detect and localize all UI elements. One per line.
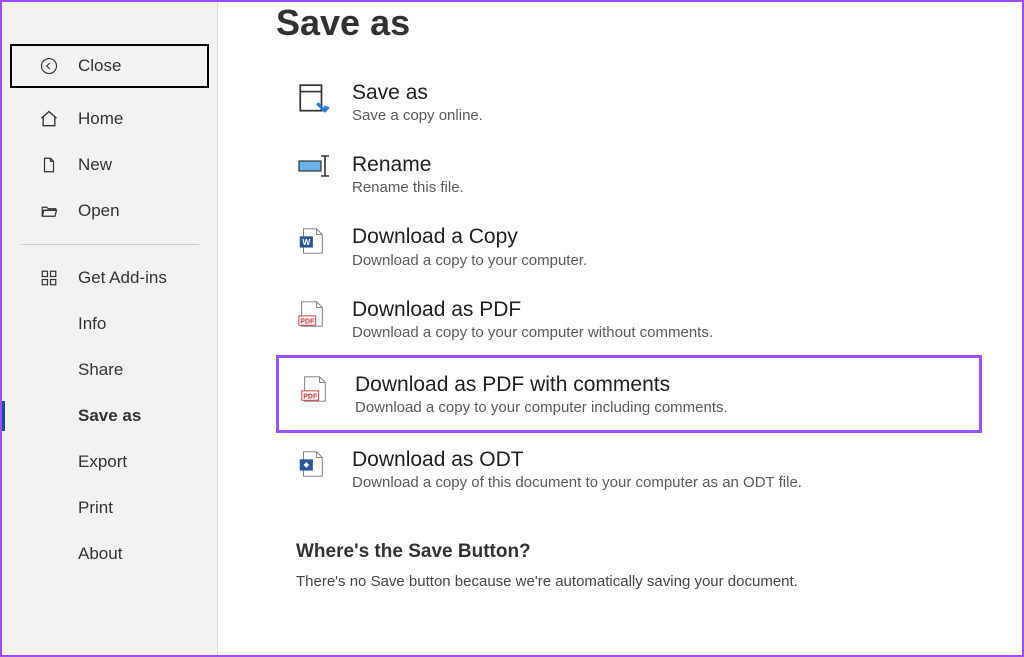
home-icon (38, 109, 60, 129)
sidebar-item-addins[interactable]: Get Add-ins (2, 255, 217, 301)
sidebar-label-export: Export (78, 452, 127, 472)
sidebar-label-close: Close (78, 56, 121, 76)
option-download-pdf[interactable]: PDF Download as PDF Download a copy to y… (276, 283, 1022, 355)
saveas-options: Save as Save a copy online. Rename Renam… (218, 66, 1022, 505)
sidebar-label-print: Print (78, 498, 113, 518)
rename-icon (296, 152, 342, 178)
save-button-info: Where's the Save Button? There's no Save… (218, 541, 1022, 590)
sidebar-item-print[interactable]: Print (2, 485, 217, 531)
sidebar-label-saveas: Save as (78, 406, 141, 426)
sidebar-label-share: Share (78, 360, 123, 380)
back-arrow-icon (38, 57, 60, 75)
sidebar-item-home[interactable]: Home (2, 96, 217, 142)
save-as-icon (296, 80, 342, 116)
option-desc: Download a copy to your computer without… (352, 324, 713, 341)
odt-icon (296, 447, 342, 479)
option-desc: Download a copy to your computer. (352, 252, 587, 269)
option-download-copy[interactable]: W Download a Copy Download a copy to you… (276, 210, 1022, 282)
footer-desc: There's no Save button because we're aut… (296, 573, 1022, 590)
svg-text:PDF: PDF (303, 393, 318, 400)
sidebar-label-open: Open (78, 201, 120, 221)
sidebar-item-share[interactable]: Share (2, 347, 217, 393)
option-desc: Save a copy online. (352, 107, 483, 124)
sidebar-divider (20, 244, 199, 245)
option-save-as[interactable]: Save as Save a copy online. (276, 66, 1022, 138)
footer-title: Where's the Save Button? (296, 541, 1022, 563)
open-folder-icon (38, 202, 60, 220)
option-title: Download as PDF with comments (355, 372, 728, 397)
sidebar-label-home: Home (78, 109, 123, 129)
pdf-comments-icon: PDF (299, 372, 345, 404)
content-pane: Save as Save as Save a copy online. (218, 2, 1022, 655)
sidebar-label-info: Info (78, 314, 106, 334)
option-title: Download a Copy (352, 224, 587, 249)
svg-text:W: W (302, 237, 310, 247)
sidebar-label-about: About (78, 544, 122, 564)
svg-text:PDF: PDF (300, 318, 315, 325)
option-desc: Rename this file. (352, 179, 464, 196)
word-doc-icon: W (296, 224, 342, 256)
sidebar-item-info[interactable]: Info (2, 301, 217, 347)
option-title: Save as (352, 80, 483, 105)
page-title: Save as (218, 2, 1022, 44)
sidebar-item-saveas[interactable]: Save as (2, 393, 217, 439)
option-download-pdf-comments[interactable]: PDF Download as PDF with comments Downlo… (276, 355, 982, 433)
sidebar-item-export[interactable]: Export (2, 439, 217, 485)
option-title: Download as PDF (352, 297, 713, 322)
new-file-icon (38, 155, 60, 175)
option-desc: Download a copy of this document to your… (352, 474, 802, 491)
sidebar: Close Home New Open (2, 2, 218, 655)
option-title: Rename (352, 152, 464, 177)
sidebar-item-close[interactable]: Close (10, 44, 209, 88)
option-desc: Download a copy to your computer includi… (355, 399, 728, 416)
sidebar-item-open[interactable]: Open (2, 188, 217, 234)
option-rename[interactable]: Rename Rename this file. (276, 138, 1022, 210)
option-title: Download as ODT (352, 447, 802, 472)
option-download-odt[interactable]: Download as ODT Download a copy of this … (276, 433, 1022, 505)
backstage-view: Close Home New Open (0, 0, 1024, 657)
addins-icon (38, 269, 60, 287)
pdf-icon: PDF (296, 297, 342, 329)
sidebar-item-new[interactable]: New (2, 142, 217, 188)
sidebar-item-about[interactable]: About (2, 531, 217, 577)
sidebar-label-addins: Get Add-ins (78, 268, 167, 288)
sidebar-label-new: New (78, 155, 112, 175)
